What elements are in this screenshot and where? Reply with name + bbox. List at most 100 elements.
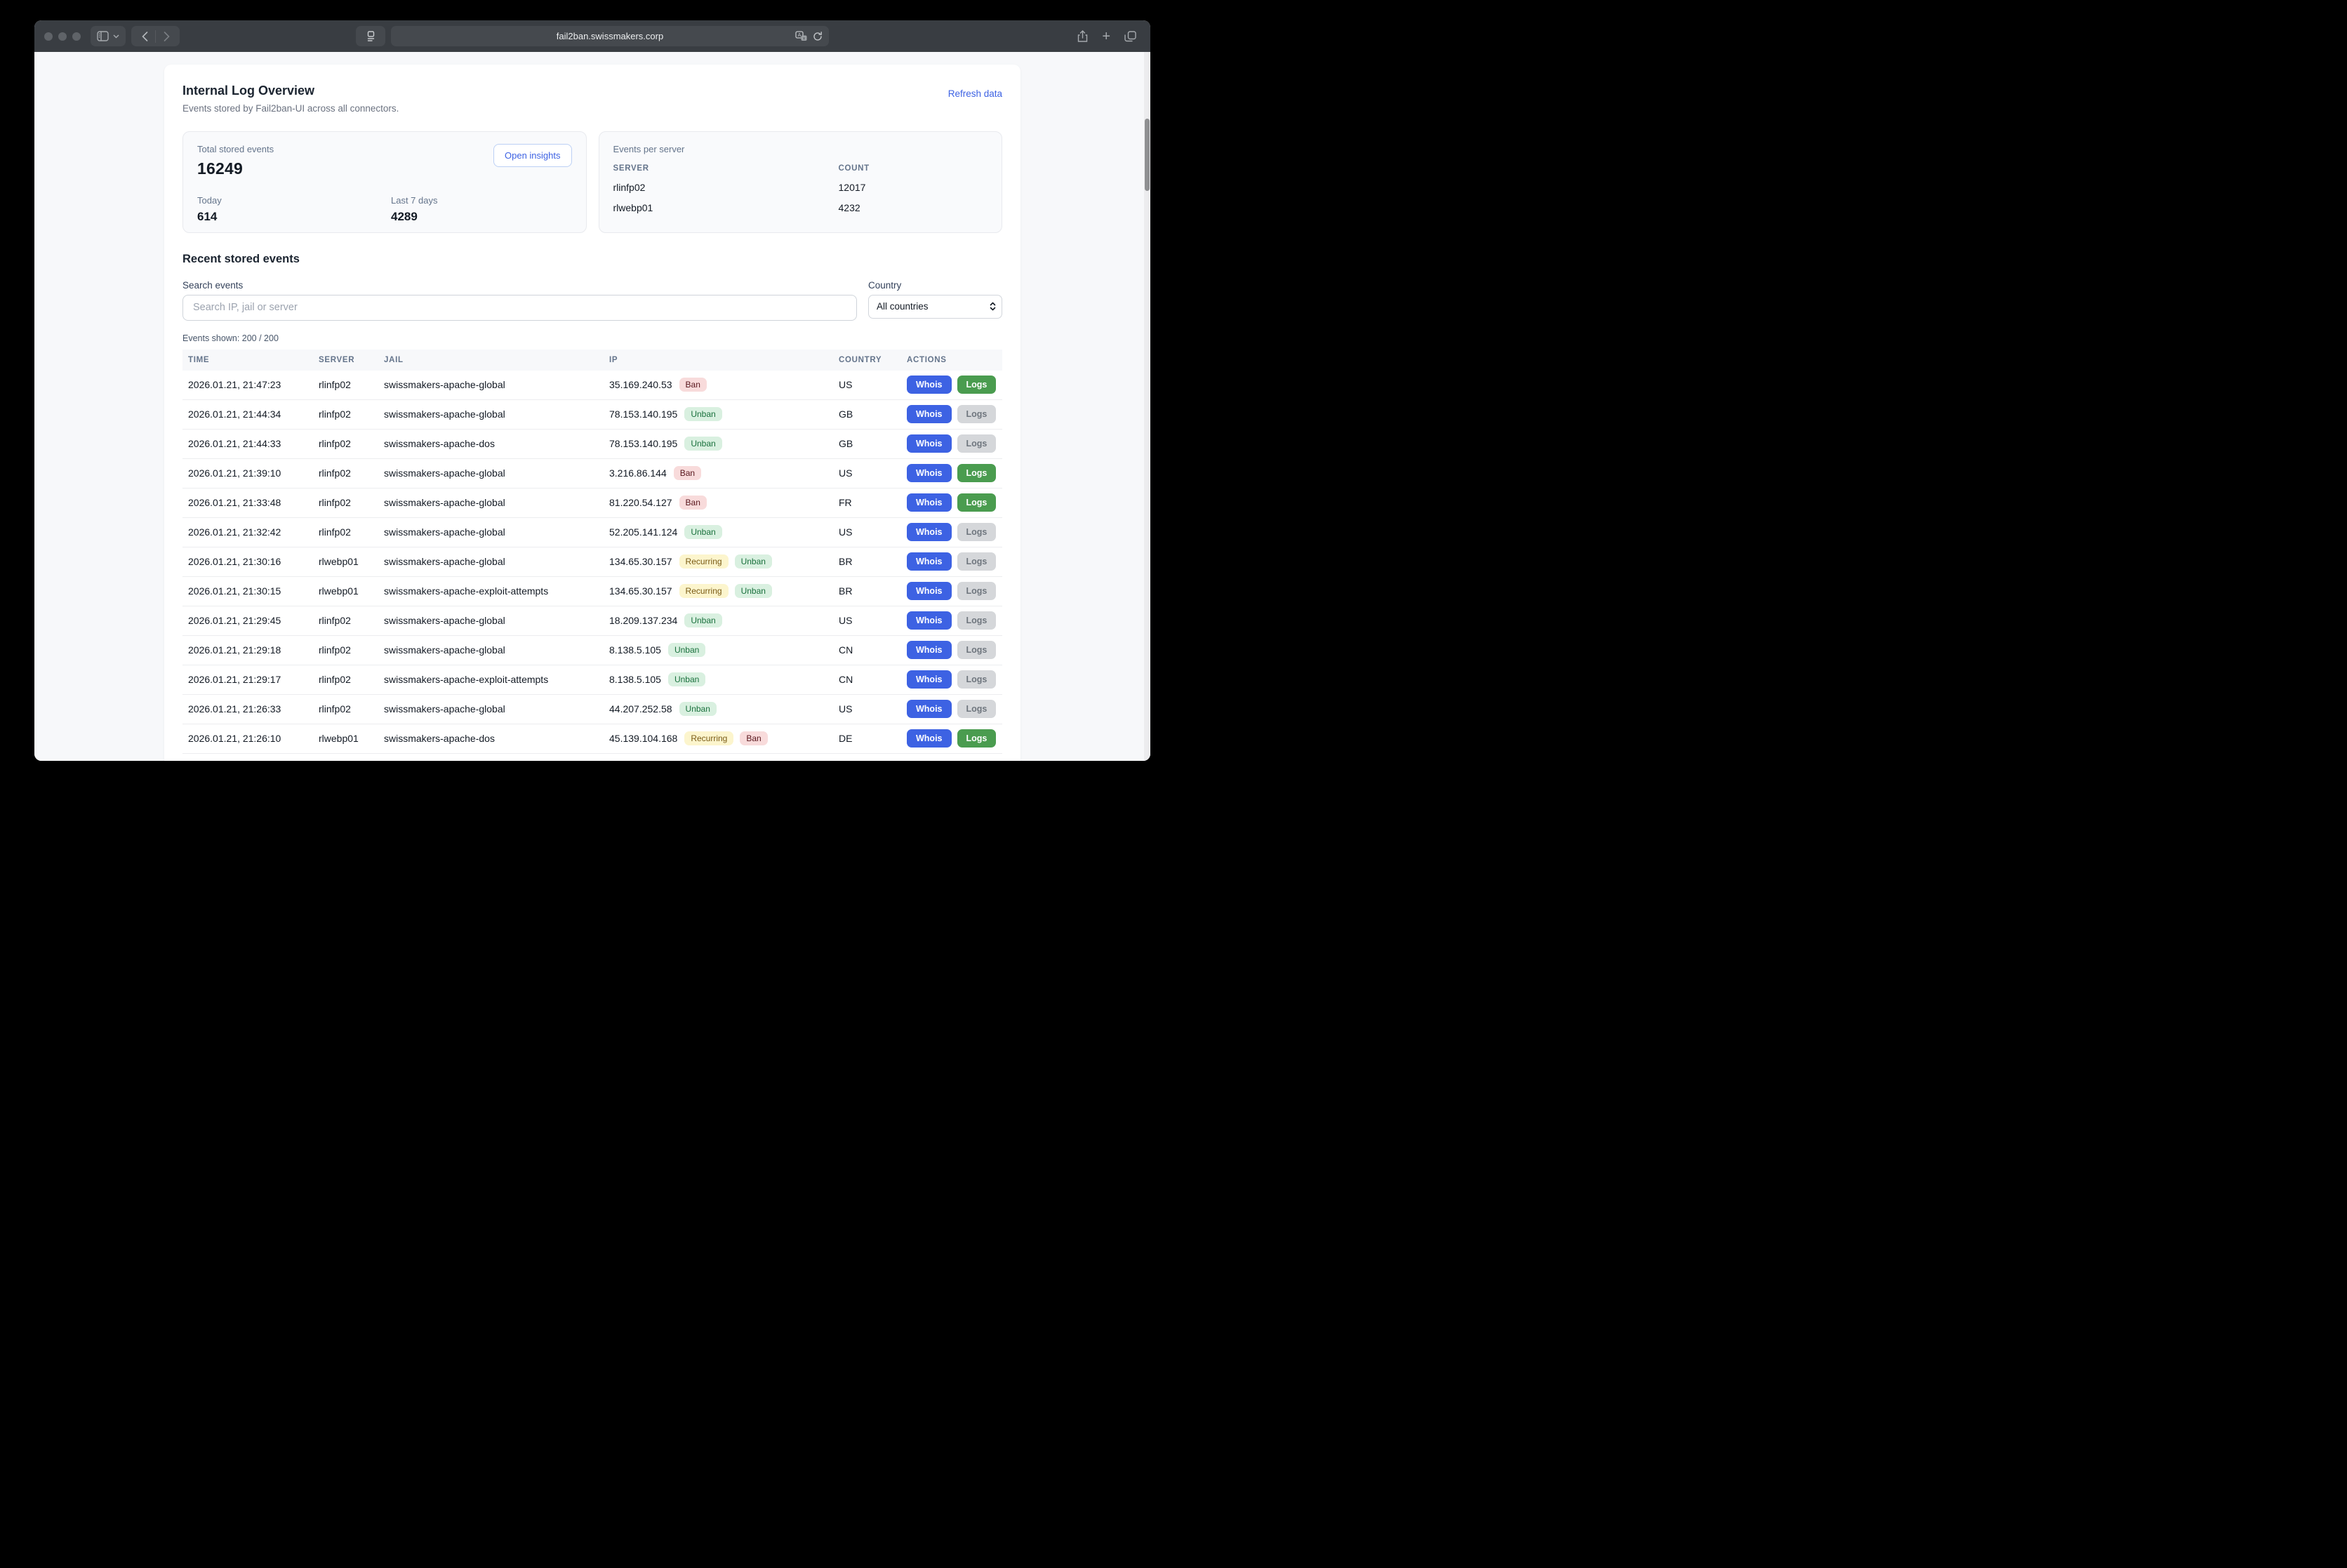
whois-button[interactable]: Whois [907, 493, 952, 512]
translate-icon[interactable]: A x [795, 31, 807, 41]
whois-button[interactable]: Whois [907, 670, 952, 689]
badge-ban: Ban [679, 496, 707, 510]
logs-button[interactable]: Logs [957, 523, 997, 542]
server-count: 4232 [839, 202, 988, 213]
browser-toolbar: fail2ban.swissmakers.corp A x [34, 20, 1150, 52]
address-bar-icons: A x [795, 26, 823, 46]
reload-icon[interactable] [813, 32, 823, 41]
event-actions: Whois Logs [901, 405, 1002, 424]
whois-button[interactable]: Whois [907, 405, 952, 424]
event-time: 2026.01.21, 21:29:17 [182, 674, 313, 685]
whois-button[interactable]: Whois [907, 464, 952, 483]
event-time: 2026.01.21, 21:32:42 [182, 526, 313, 538]
per-server-row: rlwebp01 4232 [613, 202, 988, 213]
event-ip: 52.205.141.124 [609, 526, 677, 538]
col-country: COUNTRY [833, 356, 901, 364]
today-value: 614 [197, 210, 391, 224]
today-label: Today [197, 195, 391, 206]
whois-button[interactable]: Whois [907, 376, 952, 394]
new-tab-icon[interactable]: + [1102, 29, 1110, 44]
whois-button[interactable]: Whois [907, 582, 952, 601]
event-ip-cell: 134.65.30.157 RecurringUnban [604, 584, 833, 598]
last7-value: 4289 [391, 210, 438, 224]
whois-button[interactable]: Whois [907, 729, 952, 748]
event-actions: Whois Logs [901, 670, 1002, 689]
server-count: 12017 [839, 182, 988, 193]
whois-button[interactable]: Whois [907, 700, 952, 719]
whois-button[interactable]: Whois [907, 611, 952, 630]
event-ip-cell: 3.216.86.144 Ban [604, 466, 833, 480]
open-insights-button[interactable]: Open insights [493, 144, 572, 167]
minimize-window-button[interactable] [58, 32, 67, 41]
search-input[interactable] [182, 295, 857, 321]
nav-button-group [131, 26, 180, 46]
event-country: BR [833, 585, 901, 597]
event-actions: Whois Logs [901, 611, 1002, 630]
total-events-card: Total stored events 16249 Open insights … [182, 131, 587, 233]
back-button[interactable] [134, 26, 155, 46]
event-country: US [833, 379, 901, 390]
page-settings-button[interactable] [356, 26, 385, 46]
table-row: 2026.01.21, 21:44:34 rlinfp02 swissmaker… [182, 400, 1002, 430]
event-actions: Whois Logs [901, 641, 1002, 660]
logs-button[interactable]: Logs [957, 700, 997, 719]
event-ip: 78.153.140.195 [609, 438, 677, 449]
event-time: 2026.01.21, 21:30:16 [182, 556, 313, 567]
zoom-window-button[interactable] [72, 32, 81, 41]
logs-button[interactable]: Logs [957, 611, 997, 630]
logs-button[interactable]: Logs [957, 405, 997, 424]
share-icon[interactable] [1077, 30, 1088, 43]
event-jail: swissmakers-apache-exploit-attempts [378, 585, 604, 597]
event-ip-cell: 18.209.137.234 Unban [604, 613, 833, 627]
whois-button[interactable]: Whois [907, 641, 952, 660]
logs-button[interactable]: Logs [957, 729, 997, 748]
table-row: 2026.01.21, 21:30:16 rlwebp01 swissmaker… [182, 547, 1002, 577]
logs-button[interactable]: Logs [957, 670, 997, 689]
event-country: CN [833, 674, 901, 685]
event-ip: 134.65.30.157 [609, 556, 672, 567]
address-bar[interactable]: fail2ban.swissmakers.corp A x [391, 26, 829, 46]
badge-recurring: Recurring [679, 584, 729, 598]
event-jail: swissmakers-apache-exploit-attempts [378, 674, 604, 685]
logs-button[interactable]: Logs [957, 641, 997, 660]
per-server-col-server: SERVER [613, 164, 839, 173]
event-ip: 35.169.240.53 [609, 379, 672, 390]
logs-button[interactable]: Logs [957, 464, 997, 483]
table-row: 2026.01.21, 21:29:18 rlinfp02 swissmaker… [182, 636, 1002, 665]
close-window-button[interactable] [44, 32, 53, 41]
event-ip: 8.138.5.105 [609, 644, 661, 656]
event-server: rlinfp02 [313, 467, 378, 479]
logs-button[interactable]: Logs [957, 552, 997, 571]
event-jail: swissmakers-apache-global [378, 526, 604, 538]
events-table: TIME SERVER JAIL IP COUNTRY ACTIONS 2026… [182, 350, 1002, 754]
event-badges: Unban [684, 437, 722, 451]
logs-button[interactable]: Logs [957, 376, 997, 394]
whois-button[interactable]: Whois [907, 552, 952, 571]
scrollbar-thumb[interactable] [1145, 119, 1150, 191]
event-actions: Whois Logs [901, 552, 1002, 571]
event-ip: 18.209.137.234 [609, 615, 677, 626]
table-row: 2026.01.21, 21:33:48 rlinfp02 swissmaker… [182, 489, 1002, 518]
logs-button[interactable]: Logs [957, 434, 997, 453]
total-events-value: 16249 [197, 159, 274, 178]
tab-overview-icon[interactable] [1124, 31, 1136, 42]
event-jail: swissmakers-apache-dos [378, 733, 604, 744]
whois-button[interactable]: Whois [907, 523, 952, 542]
sidebar-toggle-button[interactable] [91, 26, 126, 46]
event-server: rlinfp02 [313, 408, 378, 420]
refresh-data-link[interactable]: Refresh data [948, 88, 1002, 99]
badge-ban: Ban [679, 378, 707, 392]
country-select[interactable]: All countries [868, 295, 1002, 319]
event-country: CN [833, 644, 901, 656]
forward-button[interactable] [156, 26, 177, 46]
logs-button[interactable]: Logs [957, 493, 997, 512]
event-country: DE [833, 733, 901, 744]
event-ip: 44.207.252.58 [609, 703, 672, 715]
event-ip-cell: 8.138.5.105 Unban [604, 643, 833, 657]
content-panel: Internal Log Overview Events stored by F… [164, 65, 1020, 761]
event-ip-cell: 35.169.240.53 Ban [604, 378, 833, 392]
search-events-label: Search events [182, 280, 857, 291]
event-ip: 45.139.104.168 [609, 733, 677, 744]
whois-button[interactable]: Whois [907, 434, 952, 453]
logs-button[interactable]: Logs [957, 582, 997, 601]
